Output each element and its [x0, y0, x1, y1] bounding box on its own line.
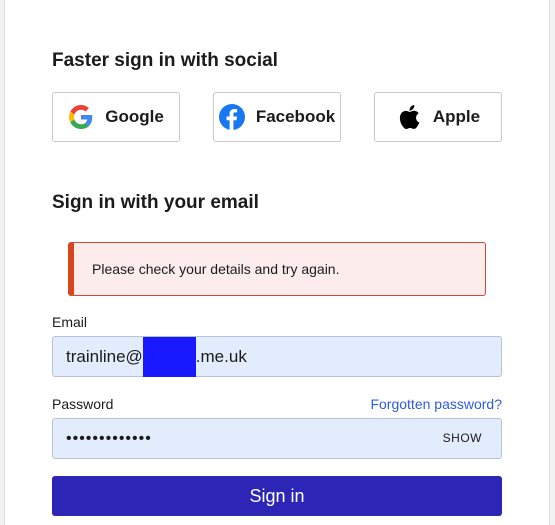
email-heading: Sign in with your email [52, 192, 259, 213]
redaction-block [142, 336, 196, 377]
apple-label: Apple [432, 107, 481, 126]
sign-in-button[interactable]: Sign in [52, 476, 502, 516]
google-icon [68, 104, 94, 130]
error-message: Please check your details and try again. [92, 261, 340, 277]
google-label: Google [105, 107, 164, 126]
apple-button[interactable]: Apple [374, 92, 502, 142]
email-label: Email [52, 314, 88, 330]
social-buttons: Google Facebook Apple [52, 92, 502, 142]
forgot-password-link[interactable]: Forgotten password? [370, 396, 502, 412]
facebook-button[interactable]: Facebook [213, 92, 341, 142]
facebook-icon [218, 104, 245, 130]
google-button[interactable]: Google [52, 92, 180, 142]
facebook-label: Facebook [255, 107, 336, 126]
show-password-toggle[interactable]: SHOW [443, 431, 482, 445]
password-label: Password [52, 396, 114, 412]
email-value: trainline@ .me.uk [66, 336, 247, 377]
password-field[interactable]: ••••••••••••• SHOW [52, 418, 502, 459]
email-field[interactable]: trainline@ .me.uk [52, 336, 502, 377]
social-heading: Faster sign in with social [52, 50, 278, 71]
apple-icon [396, 104, 422, 130]
password-value: ••••••••••••• [66, 429, 152, 447]
error-alert: Please check your details and try again. [68, 242, 486, 296]
